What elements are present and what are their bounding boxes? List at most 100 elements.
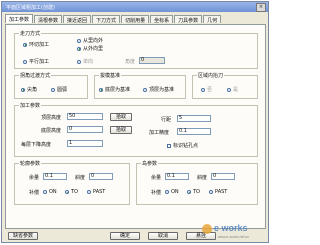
tab-panel: 走刀方式 环切加工 从里向外 从外向里 平行加工 单向 角度 0 拐角过渡方式 …	[5, 24, 266, 229]
cut-mode-group: 走刀方式 环切加工 从里向外 从外向里 平行加工 单向 角度 0	[14, 30, 258, 69]
row-spacing-input[interactable]: 5	[177, 115, 211, 122]
precision-input[interactable]: 0.1	[177, 128, 211, 135]
radio-label: 单向	[83, 59, 94, 65]
tab-tool-params[interactable]: 刀具参数	[174, 15, 203, 24]
radio-lift-yes[interactable]: 是	[227, 86, 238, 93]
radio-label: 尖角	[27, 87, 38, 93]
machining-params-group: 加工参数 顶层高度 50 拾取 底层高度 0 拾取 每层下降高度 1 行距 5 …	[14, 102, 258, 157]
watermark-url: www.e-works.net.cn	[218, 235, 249, 239]
radio-label: 顶层为基准	[149, 87, 175, 93]
radio-lift-no[interactable]: 否	[201, 86, 212, 93]
cancel-button[interactable]: 取消	[148, 232, 178, 240]
top-height-label: 顶层高度	[41, 115, 62, 121]
radio-label: 平行加工	[29, 59, 50, 65]
draft-base-title: 拔模基准	[99, 72, 122, 79]
island-slope-input[interactable]: 0	[211, 173, 235, 180]
radio-contour-on[interactable]: ON	[43, 189, 57, 195]
lift-in-region-group: 区域内抬刀 否 是	[192, 72, 258, 99]
tab-machining-params[interactable]: 加工参数	[5, 14, 34, 23]
radio-top-base[interactable]: 顶层为基准	[143, 86, 174, 93]
precision-label: 加工精度	[149, 130, 170, 136]
island-allowance-input[interactable]: 0.1	[165, 173, 189, 180]
island-params-title: 岛参数	[141, 160, 159, 167]
contour-slope-label: 斜度	[75, 175, 86, 181]
radio-label: TO	[71, 189, 78, 195]
radio-dot	[143, 87, 147, 92]
radio-label: 是	[233, 87, 239, 93]
watermark-text: e works	[214, 223, 248, 233]
checkbox-label: 标识钻孔点	[173, 143, 199, 149]
contour-params-group: 轮廓参数 余量 0.1 斜度 0 补偿 ON TO PAST	[14, 160, 130, 205]
tab-approach-retract[interactable]: 接近返回	[63, 15, 92, 24]
radio-island-past[interactable]: PAST	[209, 189, 227, 195]
radio-dot	[23, 42, 27, 47]
radio-dot	[77, 46, 81, 51]
tab-cleanup-params[interactable]: 清根参数	[34, 15, 63, 24]
radio-label: ON	[171, 189, 179, 195]
radio-dot	[209, 190, 213, 194]
checkbox-box	[167, 143, 171, 148]
angle-input[interactable]: 0	[139, 57, 165, 64]
island-slope-label: 斜度	[197, 175, 208, 181]
radio-label: ON	[49, 189, 57, 195]
contour-params-title: 轮廓参数	[19, 160, 42, 167]
radio-dot	[43, 190, 47, 194]
defaults-button[interactable]: 缺省参数	[8, 232, 38, 240]
lift-in-region-title: 区域内抬刀	[197, 72, 225, 79]
radio-one-way[interactable]: 单向	[77, 58, 93, 65]
radio-from-inside-out[interactable]: 从里向外	[77, 37, 103, 44]
radio-bottom-base[interactable]: 底层为基准	[99, 86, 130, 93]
radio-contour-parallel[interactable]: 环切加工	[23, 41, 49, 48]
radio-dot	[77, 59, 81, 64]
corner-transition-group: 拐角过渡方式 尖角 圆弧	[14, 72, 88, 99]
radio-label: PAST	[93, 189, 106, 195]
tag-drill-point-checkbox[interactable]: 标识钻孔点	[167, 142, 198, 149]
dialog-window: 平面区域粗加工(创建) × 加工参数 清根参数 接近返回 下刀方式 切削用量 坐…	[1, 1, 269, 243]
radio-dot	[21, 87, 25, 92]
radio-label: 环切加工	[29, 42, 50, 48]
radio-from-outside-in[interactable]: 从外向里	[77, 45, 103, 52]
radio-label: 否	[207, 87, 213, 93]
tab-geometry[interactable]: 几何	[203, 15, 222, 24]
radio-island-on[interactable]: ON	[165, 189, 179, 195]
contour-slope-input[interactable]: 0	[89, 173, 113, 180]
ok-button[interactable]: 确定	[110, 232, 140, 240]
radio-round-corner[interactable]: 圆弧	[51, 86, 67, 93]
radio-dot	[23, 59, 27, 64]
radio-sharp-corner[interactable]: 尖角	[21, 86, 37, 93]
cut-mode-title: 走刀方式	[19, 30, 42, 37]
machining-params-title: 加工参数	[19, 102, 42, 109]
radio-parallel[interactable]: 平行加工	[23, 58, 49, 65]
radio-contour-to[interactable]: TO	[65, 189, 78, 195]
radio-dot	[65, 190, 69, 194]
tab-cutting-amount[interactable]: 切削用量	[121, 15, 150, 24]
draft-base-group: 拔模基准 底层为基准 顶层为基准	[94, 72, 186, 99]
tab-plunge-mode[interactable]: 下刀方式	[92, 15, 121, 24]
step-down-input[interactable]: 1	[67, 140, 103, 147]
island-offset-label: 补偿	[151, 190, 162, 196]
radio-island-to[interactable]: TO	[187, 189, 200, 195]
radio-label: 底层为基准	[105, 87, 131, 93]
radio-dot	[187, 190, 191, 194]
radio-dot	[227, 87, 231, 92]
contour-allowance-input[interactable]: 0.1	[43, 173, 67, 180]
radio-dot	[165, 190, 169, 194]
pick-bottom-button[interactable]: 拾取	[110, 126, 132, 134]
contour-allowance-label: 余量	[29, 175, 40, 181]
radio-contour-past[interactable]: PAST	[87, 189, 105, 195]
tab-strip: 加工参数 清根参数 接近返回 下刀方式 切削用量 坐标系 刀具参数 几何	[5, 14, 222, 24]
step-down-label: 每层下降高度	[21, 142, 52, 148]
radio-label: 从里向外	[83, 38, 104, 44]
bottom-height-input[interactable]: 0	[67, 126, 103, 133]
tab-coordinate-system[interactable]: 坐标系	[150, 15, 174, 24]
island-allowance-label: 余量	[151, 175, 162, 181]
contour-offset-label: 补偿	[29, 190, 40, 196]
radio-dot	[87, 190, 91, 194]
top-height-input[interactable]: 50	[67, 113, 103, 120]
radio-dot	[51, 87, 55, 92]
close-button[interactable]: ×	[256, 3, 266, 12]
title-bar: 平面区域粗加工(创建) ×	[2, 2, 268, 12]
angle-label: 角度	[125, 59, 136, 65]
pick-top-button[interactable]: 拾取	[110, 113, 132, 121]
corner-transition-title: 拐角过渡方式	[19, 72, 52, 79]
